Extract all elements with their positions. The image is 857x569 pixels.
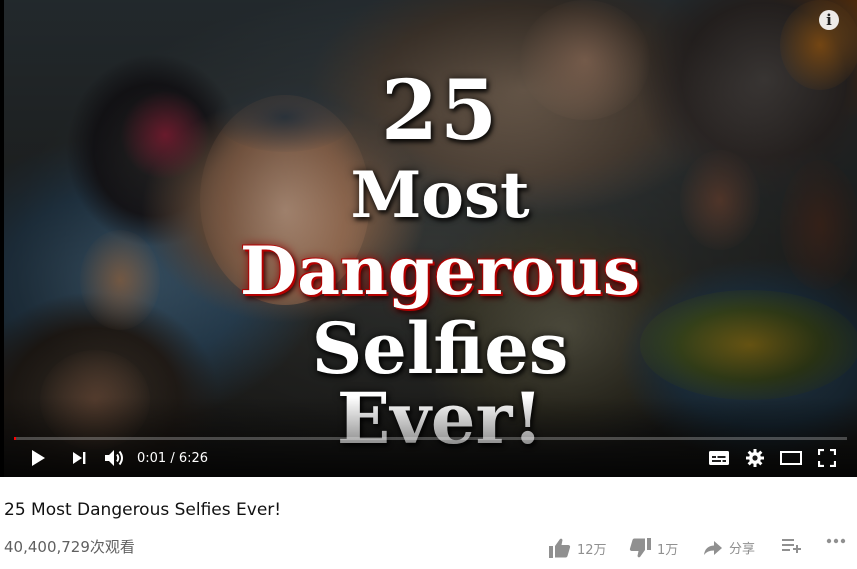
volume-button[interactable] [102,446,128,470]
share-label: 分享 [729,542,756,557]
more-icon [826,538,846,544]
dislike-button[interactable]: 1万 [629,538,678,558]
settings-button[interactable] [743,446,767,470]
info-icon[interactable]: i [819,10,839,30]
thumbs-down-icon [629,538,651,558]
next-button[interactable] [67,446,91,470]
next-icon [73,452,86,464]
like-button[interactable]: 12万 [549,538,607,558]
more-actions-button[interactable] [826,538,852,544]
video-player[interactable]: 25 Most Dangerous Selfies Ever! i 0:01 /… [0,0,857,477]
theater-mode-icon [780,451,802,465]
time-display: 0:01 / 6:26 [137,451,209,466]
overlay-line-2: Most [350,158,530,233]
play-button[interactable] [26,446,50,470]
view-count: 40,400,729次观看 [4,538,135,556]
overlay-line-1: 25 [380,63,500,159]
share-icon [704,540,722,555]
thumbnail-overlay-title: 25 Most Dangerous Selfies Ever! [205,60,675,454]
subtitles-icon [709,451,729,465]
video-title: 25 Most Dangerous Selfies Ever! [4,500,282,520]
progress-bar[interactable] [14,437,847,440]
share-button[interactable]: 分享 [703,538,755,557]
overlay-line-3: Dangerous [239,232,641,310]
volume-icon [105,450,123,466]
play-icon [32,450,45,466]
progress-played [14,437,16,440]
subtitles-button[interactable] [706,446,732,470]
like-count: 12万 [577,542,607,558]
fullscreen-icon [818,449,836,467]
fullscreen-button[interactable] [815,446,839,470]
add-to-playlist-button[interactable] [782,538,808,554]
thumbs-up-icon [549,538,571,558]
dislike-count: 1万 [657,542,679,558]
theater-mode-button[interactable] [778,446,804,470]
add-to-playlist-icon [782,539,801,553]
settings-icon [746,449,764,467]
